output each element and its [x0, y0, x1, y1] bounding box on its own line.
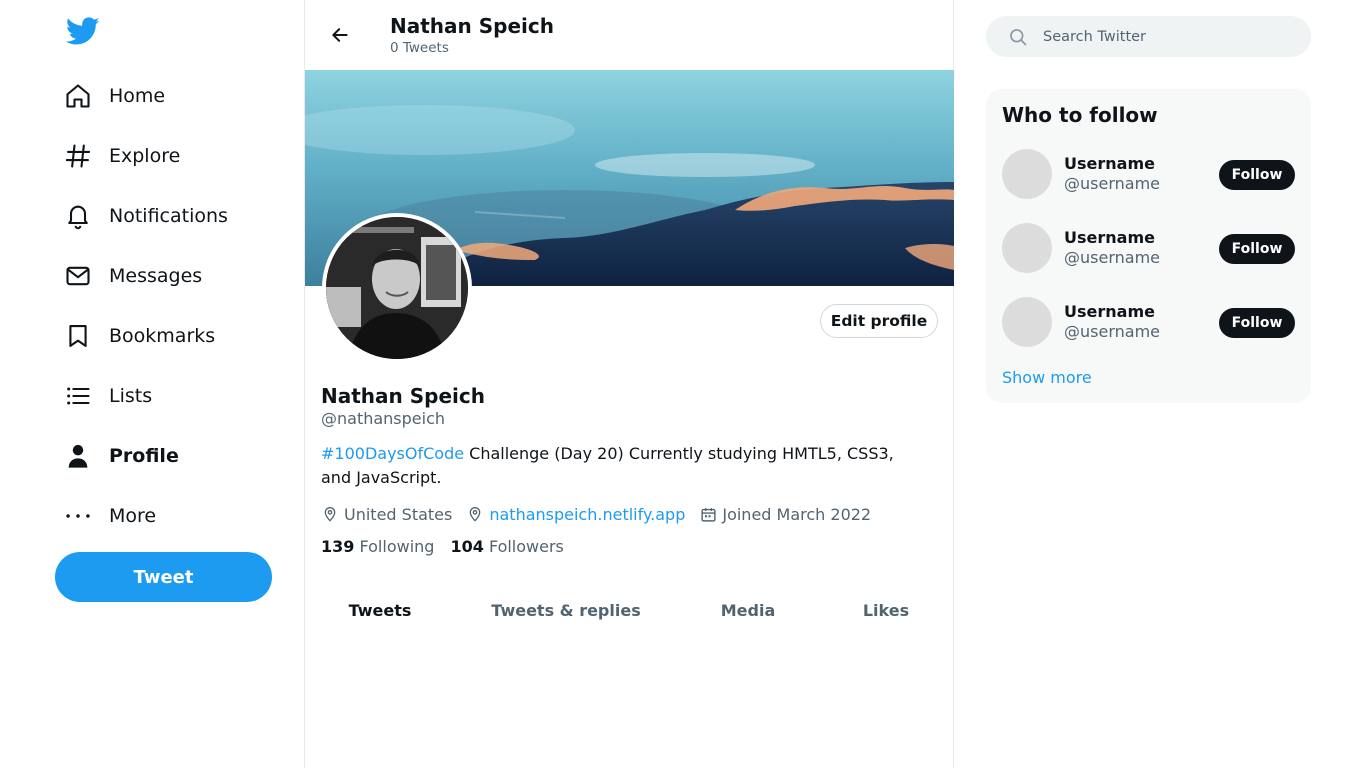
profile-avatar[interactable] — [322, 213, 472, 363]
search-icon — [1008, 27, 1028, 47]
followers-link[interactable]: 104 Followers — [450, 537, 563, 556]
profile-name: Nathan Speich — [321, 384, 485, 408]
who-to-follow-panel: Who to follow Username @username Follow … — [986, 89, 1311, 403]
sidebar: Home Explore Notifications Messages Book… — [0, 0, 304, 768]
show-more-link[interactable]: Show more — [1002, 368, 1092, 387]
edit-profile-button[interactable]: Edit profile — [820, 304, 938, 338]
nav-label: Home — [109, 85, 166, 107]
profile-handle: @nathanspeich — [321, 409, 446, 428]
profile-bio: #100DaysOfCode Challenge (Day 20) Curren… — [321, 442, 921, 490]
nav-item-messages[interactable]: Messages — [64, 256, 202, 296]
calendar-icon — [699, 505, 717, 523]
suggested-user-name: Username — [1064, 154, 1155, 173]
tab-tweets[interactable]: Tweets — [341, 590, 419, 630]
follow-button[interactable]: Follow — [1219, 234, 1295, 264]
search-bar — [986, 16, 1311, 57]
following-count: 139 — [321, 536, 355, 556]
nav-label: Messages — [109, 265, 203, 287]
follow-stats: 139 Following 104 Followers — [321, 535, 580, 557]
nav-item-more[interactable]: More — [64, 496, 156, 536]
main-column: Nathan Speich 0 Tweets Edit profile Nath… — [304, 0, 954, 768]
location-pin-icon — [321, 505, 339, 523]
envelope-icon — [64, 262, 92, 290]
tweet-button[interactable]: Tweet — [55, 552, 272, 602]
website-link[interactable]: nathanspeich.netlify.app — [489, 505, 685, 524]
person-icon — [64, 442, 92, 470]
tab-likes[interactable]: Likes — [860, 590, 912, 630]
followers-count: 104 — [450, 536, 484, 556]
avatar — [1002, 149, 1052, 199]
nav-item-profile[interactable]: Profile — [64, 436, 179, 476]
avatar — [1002, 297, 1052, 347]
nav-item-bookmarks[interactable]: Bookmarks — [64, 316, 215, 356]
suggested-user[interactable]: Username @username Follow — [1002, 149, 1295, 199]
location-pin-icon — [466, 505, 484, 523]
list-icon — [64, 382, 92, 410]
follow-button[interactable]: Follow — [1219, 160, 1295, 190]
followers-label: Followers — [488, 536, 564, 556]
twitter-bird-icon[interactable] — [65, 17, 100, 47]
bio-hashtag-link[interactable]: #100DaysOfCode — [321, 444, 464, 463]
nav-label: More — [109, 505, 157, 527]
search-input[interactable] — [1043, 16, 1293, 57]
suggested-user-name: Username — [1064, 228, 1155, 247]
nav-item-notifications[interactable]: Notifications — [64, 196, 228, 236]
following-label: Following — [359, 536, 435, 556]
back-arrow-icon[interactable] — [327, 22, 353, 48]
suggested-user-name: Username — [1064, 302, 1155, 321]
nav-item-home[interactable]: Home — [64, 76, 165, 116]
profile-tabs: Tweets Tweets & replies Media Likes — [305, 590, 954, 630]
joined-text: Joined March 2022 — [722, 504, 872, 524]
bell-icon — [64, 202, 92, 230]
avatar — [1002, 223, 1052, 273]
nav-label: Lists — [109, 385, 153, 407]
tab-tweets-replies[interactable]: Tweets & replies — [491, 590, 640, 630]
nav-item-explore[interactable]: Explore — [64, 136, 180, 176]
header-title: Nathan Speich — [390, 14, 554, 38]
nav-item-lists[interactable]: Lists — [64, 376, 152, 416]
nav-label: Profile — [109, 445, 179, 467]
profile-location: United States — [321, 505, 452, 524]
suggested-user-handle: @username — [1064, 322, 1160, 341]
nav-label: Explore — [109, 145, 181, 167]
profile-joined: Joined March 2022 — [699, 505, 871, 524]
hashtag-icon — [64, 142, 92, 170]
suggested-user-handle: @username — [1064, 248, 1160, 267]
who-to-follow-title: Who to follow — [1002, 103, 1158, 127]
profile-meta: United States nathanspeich.netlify.app J… — [321, 503, 885, 525]
header-tweet-count: 0 Tweets — [390, 40, 449, 56]
nav-label: Notifications — [109, 205, 228, 227]
suggested-user[interactable]: Username @username Follow — [1002, 297, 1295, 347]
suggested-user-handle: @username — [1064, 174, 1160, 193]
location-text: United States — [344, 504, 453, 524]
profile-website: nathanspeich.netlify.app — [466, 505, 685, 524]
more-dots-icon — [64, 502, 92, 530]
tab-media[interactable]: Media — [715, 590, 781, 630]
nav-label: Bookmarks — [109, 325, 216, 347]
suggested-user[interactable]: Username @username Follow — [1002, 223, 1295, 273]
home-icon — [64, 82, 92, 110]
bookmark-icon — [64, 322, 92, 350]
following-link[interactable]: 139 Following — [321, 537, 434, 556]
follow-button[interactable]: Follow — [1219, 308, 1295, 338]
